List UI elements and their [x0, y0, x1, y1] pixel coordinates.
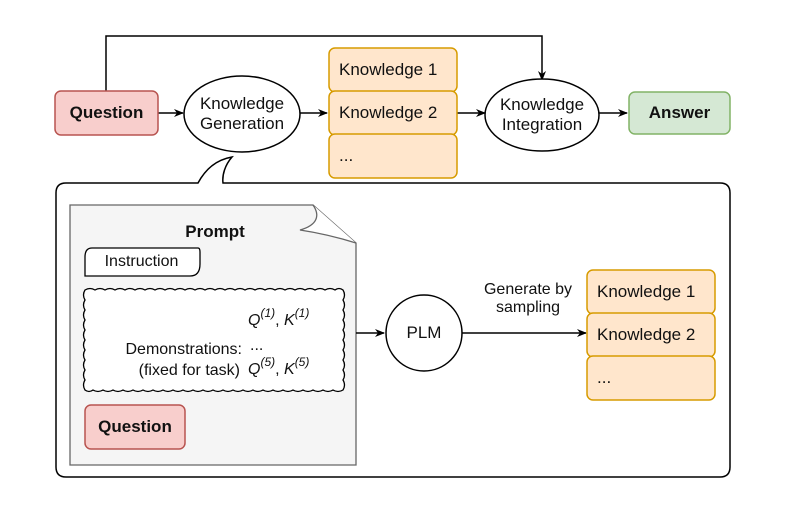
knowledge-item-2: Knowledge 2: [339, 103, 438, 123]
knowledge-integration-line-1: Knowledge: [499, 95, 585, 115]
answer-label: Answer: [648, 103, 711, 123]
knowledge-generation-line-2: Generation: [199, 114, 285, 133]
knowledge-integration-line-2: Integration: [501, 115, 583, 134]
demo-last: Q (5), K (5): [248, 355, 348, 381]
prompt-title: Prompt: [185, 222, 245, 242]
plm-label: PLM: [406, 323, 442, 343]
knowledge-item-more: ...: [339, 146, 354, 166]
demonstrations-sublabel: (fixed for task): [138, 361, 240, 379]
demo-first-k: K: [284, 311, 295, 329]
knowledge-item-1: Knowledge 1: [339, 60, 438, 80]
demo-last-q-sup: (5): [260, 355, 276, 370]
demo-first-q: Q: [248, 311, 261, 329]
knowledge-integration-label: Knowledge Integration: [485, 91, 599, 139]
demo-last-sep: ,: [275, 360, 285, 378]
edge-question-to-integration: [105, 35, 546, 91]
demo-first-q-sup: (1): [260, 306, 276, 321]
knowledge-generation-label: Knowledge Generation: [184, 90, 300, 138]
demo-first-sep: ,: [275, 311, 285, 329]
edge-label-line-2: sampling: [495, 299, 561, 316]
prompt-question-label: Question: [98, 417, 172, 437]
demonstrations-label: Demonstrations:: [125, 340, 243, 358]
demo-last-k: K: [284, 360, 295, 378]
knowledge-generation-line-1: Knowledge: [199, 94, 285, 114]
edge-label-line-1: Generate by: [483, 280, 573, 298]
detail-knowledge-item-more: ...: [597, 368, 612, 388]
question-label: Question: [69, 103, 144, 123]
demo-first-k-sup: (1): [294, 306, 310, 321]
edge-label-generate: Generate by sampling: [466, 276, 590, 322]
demo-ellipsis: ...: [250, 336, 264, 354]
instruction-label: Instruction: [104, 253, 179, 271]
demo-last-k-sup: (5): [294, 355, 310, 370]
detail-knowledge-item-1: Knowledge 1: [597, 282, 696, 302]
demo-last-q: Q: [248, 360, 261, 378]
demo-first: Q (1), K (1): [248, 306, 348, 332]
detail-knowledge-item-2: Knowledge 2: [597, 325, 696, 345]
